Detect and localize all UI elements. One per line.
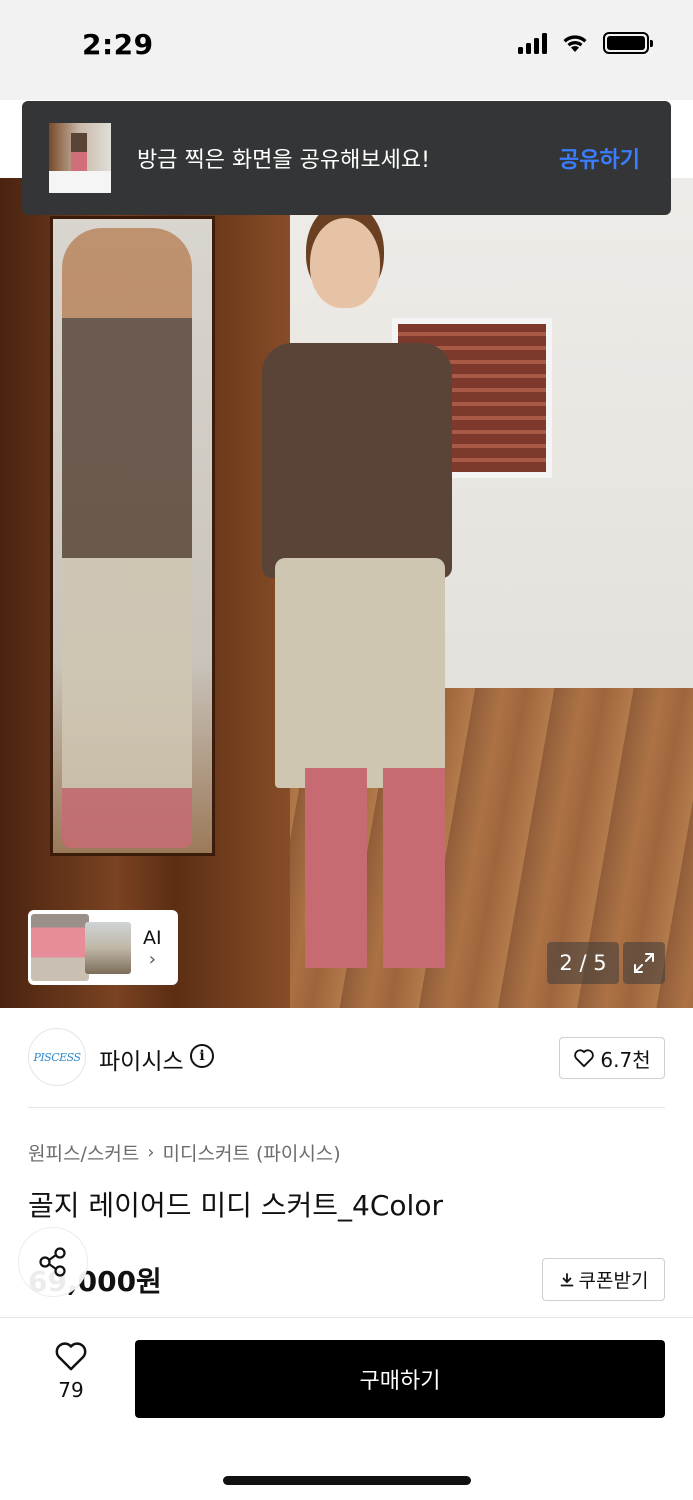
brand-logo[interactable]: PISCESS [28, 1028, 86, 1086]
coupon-label: 쿠폰받기 [578, 1270, 649, 1292]
heart-icon [574, 1049, 595, 1068]
wishlist-button[interactable]: 79 [45, 1340, 97, 1402]
chevron-right-icon: › [148, 948, 156, 970]
share-icon [39, 1247, 66, 1277]
ai-text: AI [143, 926, 162, 949]
bottom-divider [0, 1317, 693, 1318]
status-icons [518, 32, 653, 54]
toast-message: 방금 찍은 화면을 공유해보세요! [137, 148, 430, 173]
wishlist-count: 79 [58, 1378, 84, 1402]
breadcrumb-category[interactable]: 원피스/스커트 [28, 1139, 139, 1166]
ai-thumbnail [31, 914, 89, 981]
battery-icon [603, 32, 653, 54]
expand-button[interactable] [623, 942, 665, 984]
brand-name[interactable]: 파이시스 [99, 1042, 184, 1076]
brand-row: PISCESS 파이시스 i 6.7천 [28, 1028, 665, 1088]
download-icon [560, 1272, 573, 1286]
photo-counter: 2 / 5 [547, 942, 619, 984]
share-button[interactable] [18, 1227, 88, 1297]
ai-similar-items-button[interactable]: AI › [28, 910, 178, 985]
image-model-pants [305, 768, 445, 968]
status-bar: 2:29 [0, 0, 693, 100]
wifi-icon [563, 35, 587, 52]
screenshot-thumbnail[interactable] [49, 123, 111, 193]
brand-like-button[interactable]: 6.7천 [559, 1037, 665, 1079]
info-icon[interactable]: i [190, 1044, 214, 1068]
home-indicator[interactable] [223, 1476, 471, 1485]
image-model-skirt [275, 558, 445, 788]
chevron-right-icon: › [147, 1142, 155, 1163]
status-time: 2:29 [82, 28, 154, 61]
signal-icon [518, 32, 547, 54]
brand-like-count: 6.7천 [600, 1047, 651, 1072]
expand-icon [634, 953, 654, 973]
ai-label: AI › [143, 927, 162, 969]
share-toast: 방금 찍은 화면을 공유해보세요! 공유하기 [22, 101, 671, 215]
heart-icon [55, 1342, 87, 1371]
image-model-head [310, 218, 380, 308]
ai-thumbnail [85, 921, 131, 974]
breadcrumb-subcategory[interactable]: 미디스커트 (파이시스) [163, 1139, 341, 1166]
image-mirror-reflection [62, 228, 192, 848]
toast-share-button[interactable]: 공유하기 [559, 142, 640, 174]
coupon-button[interactable]: 쿠폰받기 [542, 1258, 665, 1301]
buy-button[interactable]: 구매하기 [135, 1340, 665, 1418]
breadcrumb: 원피스/스커트 › 미디스커트 (파이시스) [28, 1139, 341, 1166]
product-image[interactable] [0, 178, 693, 1008]
product-title: 골지 레이어드 미디 스커트_4Color [28, 1189, 443, 1222]
divider [28, 1107, 665, 1108]
image-model-top [262, 343, 452, 578]
